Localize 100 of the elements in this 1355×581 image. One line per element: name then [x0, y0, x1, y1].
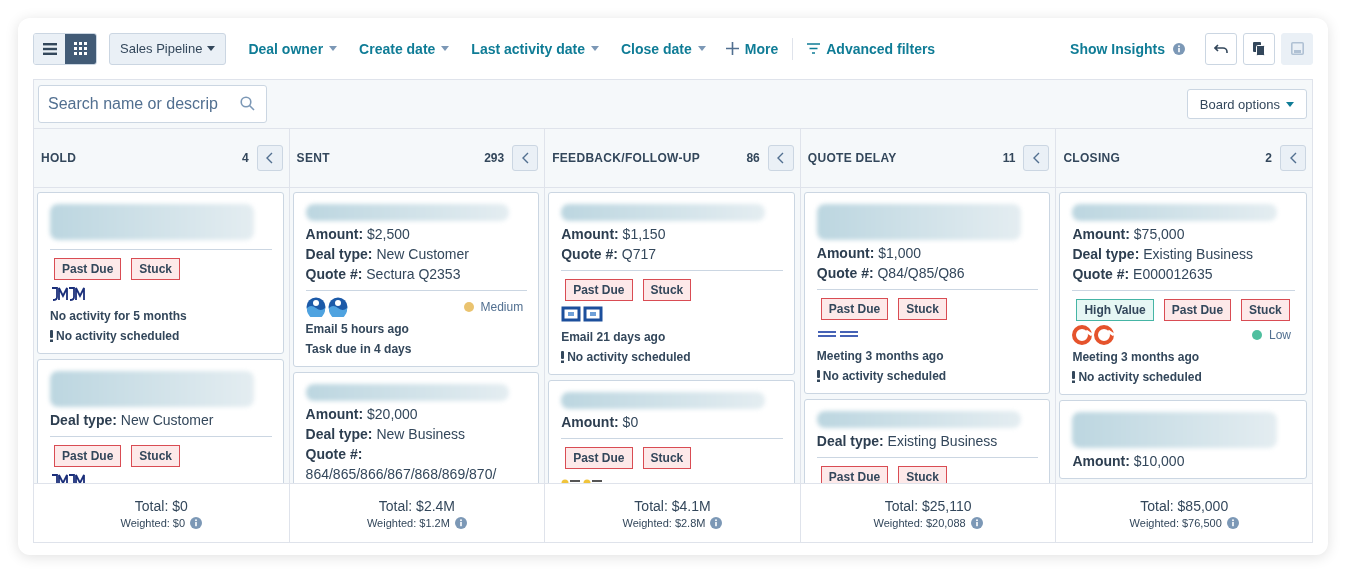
pipeline-dropdown[interactable]: Sales Pipeline	[109, 32, 227, 65]
info-icon	[970, 516, 983, 529]
filter-dropdown[interactable]: Close date	[620, 40, 706, 57]
undo-icon	[1214, 43, 1228, 54]
activity-text: Email 21 days ago	[561, 329, 666, 346]
deal-tag: Past Due	[54, 258, 122, 280]
activity-text: Email 5 hours ago	[305, 321, 409, 338]
deal-card[interactable]: Amount: $75,000 Deal type: Existing Business Quote #: E000012635 High Value Past Due Stuck Low Meeting 3 months ago No activity scheduled	[1059, 192, 1307, 395]
deal-field: Deal type: Existing Business	[1072, 244, 1295, 264]
activity-text: Meeting 3 months ago	[1072, 349, 1200, 366]
plus-icon	[725, 42, 739, 55]
undo-button[interactable]	[1205, 32, 1237, 65]
deal-card[interactable]: Amount: $1,150 Quote #: Q717 Past Due Stuck Email 21 days ago No activity scheduled	[548, 192, 795, 375]
column-title: QUOTE DELAY	[807, 151, 898, 165]
caret-icon	[1286, 101, 1294, 107]
activity-text: No activity scheduled	[56, 328, 180, 345]
filter-dropdown[interactable]: Deal owner	[248, 40, 338, 57]
column-total: Total: $25,110	[884, 497, 972, 514]
deal-tag: Stuck	[131, 445, 181, 467]
deal-card[interactable]: Amount: $1,000 Quote #: Q84/Q85/Q86 Past Due Stuck Meeting 3 months ago No activity scheduled	[803, 192, 1051, 394]
priority-label: Low	[1269, 328, 1291, 342]
activity-text: No activity scheduled	[567, 349, 691, 366]
deal-count: 86	[746, 151, 760, 165]
company-logo-icon	[1072, 325, 1093, 345]
list-icon	[42, 42, 57, 55]
caret-icon	[441, 46, 450, 51]
deal-field: Deal type: New Business	[305, 424, 528, 444]
view-toggle[interactable]	[34, 33, 65, 64]
deal-card[interactable]: Deal type: New Customer Past Due Stuck	[37, 359, 284, 483]
deal-tag: Stuck	[898, 298, 947, 320]
copy-button[interactable]	[1243, 32, 1275, 65]
deal-field: Amount: $20,000	[305, 404, 528, 424]
activity-text: Meeting 3 months ago	[816, 348, 944, 365]
deal-field: Quote #: E000012635	[1072, 264, 1295, 284]
board-options-button[interactable]: Board options	[1186, 89, 1307, 119]
deal-field: Amount: $1,000	[816, 243, 1039, 263]
caret-icon	[329, 46, 338, 51]
column-total: Total: $0	[134, 497, 188, 514]
advanced-filters-button[interactable]: Advanced filters	[807, 40, 936, 57]
deal-card[interactable]: Deal type: Existing Business Past Due Stuck	[803, 399, 1051, 483]
collapse-button[interactable]	[1280, 145, 1306, 171]
chevron-left-icon	[1032, 152, 1040, 164]
deal-field: Quote #: 864/865/866/867/868/869/870/	[305, 444, 528, 483]
search-icon	[240, 96, 255, 111]
weighted-total: Weighted: $0	[120, 516, 186, 529]
column-title: FEEDBACK/FOLLOW-UP	[552, 151, 701, 165]
deal-count: 293	[484, 151, 505, 165]
chevron-left-icon	[1289, 152, 1297, 164]
deal-tag: Past Due	[820, 466, 889, 483]
deal-tag: Past Due	[54, 445, 122, 467]
filter-dropdown[interactable]: Create date	[359, 40, 450, 57]
deal-card[interactable]: Amount: $2,500 Deal type: New Customer Quote #: Sectura Q2353 Medium Email 5 hours ago Task due in 4 days	[292, 192, 540, 367]
deal-field: Amount: $1,150	[561, 224, 783, 244]
caret-icon	[207, 46, 216, 51]
deal-count: 2	[1265, 151, 1272, 165]
collapse-button[interactable]	[767, 145, 794, 171]
deal-field: Deal type: New Customer	[305, 244, 528, 264]
filter-dropdown[interactable]: Last activity date	[471, 40, 599, 57]
deal-count: 11	[1002, 151, 1016, 165]
deal-field: Quote #: Sectura Q2353	[305, 264, 528, 284]
column-title: HOLD	[41, 151, 78, 165]
caret-icon	[697, 46, 706, 51]
deal-count: 4	[241, 151, 249, 165]
deal-card[interactable]: Amount: $10,000	[1059, 400, 1307, 479]
deal-card[interactable]: Amount: $0 Past Due Stuck	[548, 380, 795, 483]
collapse-button[interactable]	[1023, 145, 1050, 171]
activity-text: No activity scheduled	[822, 368, 947, 385]
weighted-total: Weighted: $1.2M	[366, 516, 450, 529]
weighted-total: Weighted: $2.8M	[622, 516, 706, 529]
column-total: Total: $85,000	[1140, 497, 1229, 514]
deal-tag: Past Due	[1163, 299, 1232, 321]
info-icon	[454, 516, 467, 529]
weighted-total: Weighted: $76,500	[1129, 516, 1222, 529]
caret-icon	[590, 46, 599, 51]
deal-card[interactable]: Past Due Stuck No activity for 5 months No activity scheduled	[37, 192, 284, 354]
grid-icon	[74, 42, 87, 55]
deal-tag: High Value	[1076, 299, 1154, 321]
collapse-button[interactable]	[256, 145, 283, 171]
column-total: Total: $4.1M	[634, 497, 711, 514]
activity-text: Task due in 4 days	[305, 341, 412, 358]
company-logo-icon	[583, 305, 604, 325]
deal-card[interactable]: Amount: $20,000 Deal type: New Business Quote #: 864/865/866/867/868/869/870/	[292, 372, 540, 483]
view-toggle[interactable]	[65, 33, 96, 64]
priority-label: Medium	[480, 300, 524, 314]
collapse-button[interactable]	[512, 145, 539, 171]
more-button[interactable]: More	[725, 40, 779, 57]
company-logo-icon	[327, 297, 348, 317]
deal-field: Amount: $75,000	[1072, 224, 1295, 244]
column-title: SENT	[296, 151, 331, 165]
activity-text: No activity scheduled	[1078, 369, 1202, 386]
deal-field: Amount: $2,500	[305, 224, 528, 244]
deal-field: Quote #: Q84/Q85/Q86	[816, 263, 1039, 283]
company-logo-icon	[561, 305, 582, 325]
deal-tag: Past Due	[565, 279, 633, 301]
show-insights-button[interactable]: Show Insights	[1070, 40, 1165, 57]
search-field[interactable]: Search name or descrip	[38, 85, 267, 123]
deal-tag: Past Due	[820, 298, 889, 320]
weighted-total: Weighted: $20,088	[873, 516, 966, 529]
deal-tag: Stuck	[1241, 299, 1290, 321]
deal-tag: Stuck	[642, 447, 692, 469]
